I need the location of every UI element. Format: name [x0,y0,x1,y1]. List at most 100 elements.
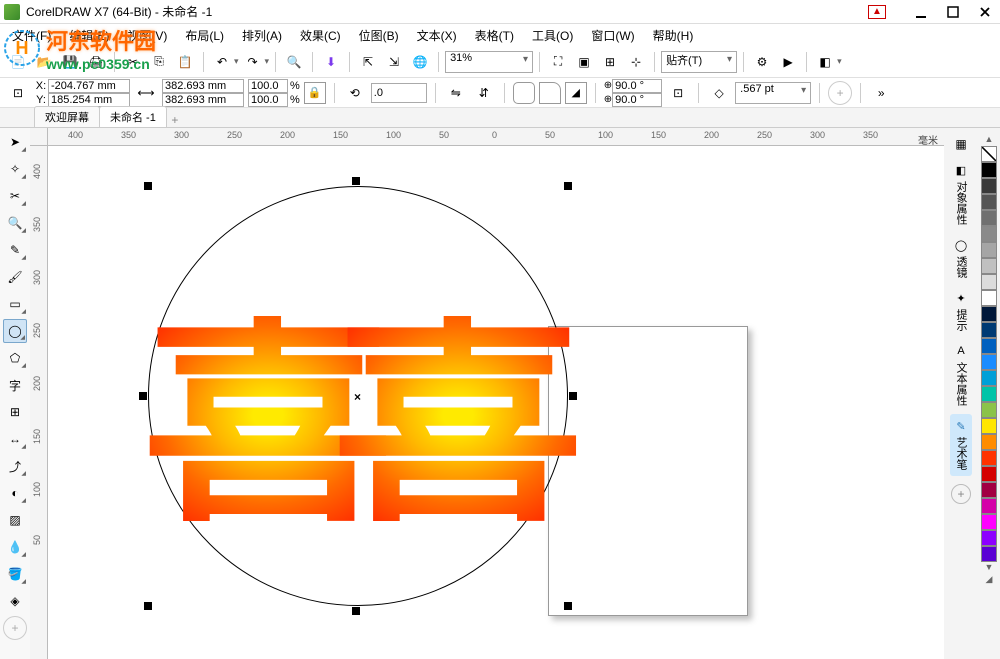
mirror-v-button[interactable]: ⇵ [472,81,496,105]
maximize-button[interactable] [942,3,964,21]
crop-tool[interactable]: ✂◢ [3,184,27,208]
docker-hints[interactable]: ✦提示 [950,286,972,337]
swatch[interactable] [981,162,997,178]
docker-lens[interactable]: ◯透镜 [950,233,972,284]
swatch[interactable] [981,466,997,482]
menu-file[interactable]: 文件(F) [4,25,59,46]
width-input[interactable] [162,79,244,93]
ruler-origin[interactable] [30,128,48,146]
swatch[interactable] [981,322,997,338]
docker-text-properties[interactable]: A文本属性 [950,339,972,412]
handle-mr[interactable] [569,392,577,400]
options-button[interactable]: ⚙ [750,50,774,74]
tab-welcome[interactable]: 欢迎屏幕 [34,106,100,127]
connector-tool[interactable]: ⤴◢ [3,454,27,478]
palette-flyout[interactable]: ◢ [986,574,993,586]
swatch[interactable] [981,178,997,194]
smart-fill-tool[interactable]: ◈ [3,589,27,613]
handle-br[interactable] [564,602,572,610]
menu-effects[interactable]: 效果(C) [292,25,349,46]
zoom-tool[interactable]: 🔍◢ [3,211,27,235]
swatch[interactable] [981,194,997,210]
menu-layout[interactable]: 布局(L) [177,25,232,46]
swatch-none[interactable] [981,146,997,162]
swatch[interactable] [981,210,997,226]
menu-text[interactable]: 文本(X) [409,25,465,46]
swatch[interactable] [981,514,997,530]
menu-help[interactable]: 帮助(H) [645,25,702,46]
publish-pdf-button[interactable]: ⇲ [382,50,406,74]
swatch[interactable] [981,338,997,354]
ruler-vertical[interactable]: 40035030025020015010050 [30,146,48,659]
handle-tl[interactable] [144,182,152,190]
swatch[interactable] [981,402,997,418]
swatch[interactable] [981,434,997,450]
add-preset-button[interactable]: + [828,81,852,105]
redo-dropdown[interactable]: ▾ [265,56,270,67]
relative-corner-button[interactable]: ⊡ [666,81,690,105]
scallop-corner-button[interactable] [539,82,561,104]
swatch[interactable] [981,290,997,306]
y-input[interactable] [48,93,130,107]
docker-area-toggle[interactable]: ▦ [949,132,973,156]
menu-window[interactable]: 窗口(W) [583,25,642,46]
docker-expand-button[interactable]: + [951,484,971,504]
x-input[interactable] [48,79,130,93]
scaley-input[interactable] [248,93,288,107]
menu-arrange[interactable]: 排列(A) [234,25,290,46]
swatch[interactable] [981,226,997,242]
redo-button[interactable]: ↷ [241,50,265,74]
launch-button[interactable]: ▶ [776,50,800,74]
undo-button[interactable]: ↶ [210,50,234,74]
cut-button[interactable]: ✂ [121,50,145,74]
menu-edit[interactable]: 编辑(E) [61,25,117,46]
swatch[interactable] [981,258,997,274]
fullscreen-button[interactable]: ⛶ [546,50,570,74]
handle-bm[interactable] [352,607,360,615]
show-guides-button[interactable]: ⊹ [624,50,648,74]
publish-web-button[interactable]: 🌐 [408,50,432,74]
copy-button[interactable]: ⎘ [147,50,171,74]
swatch[interactable] [981,498,997,514]
polygon-tool[interactable]: ⬠◢ [3,346,27,370]
corner2-input[interactable] [612,93,662,107]
selection-center[interactable]: × [354,390,361,404]
swatch[interactable] [981,450,997,466]
swatch[interactable] [981,370,997,386]
swatch[interactable] [981,242,997,258]
ruler-horizontal[interactable]: 毫米 4003503002502001501005005010015020025… [48,128,944,146]
text-tool[interactable]: 字 [3,373,27,397]
quick-customize-button[interactable]: + [3,616,27,640]
tab-add-button[interactable]: + [166,113,184,127]
chamfer-corner-button[interactable]: ◢ [565,82,587,104]
handle-tr[interactable] [564,182,572,190]
show-rulers-button[interactable]: ▣ [572,50,596,74]
export-button[interactable]: ⇱ [356,50,380,74]
corner1-input[interactable] [612,79,662,93]
undo-dropdown[interactable]: ▾ [234,56,239,67]
swatch[interactable] [981,354,997,370]
menu-tools[interactable]: 工具(O) [524,25,581,46]
docker-object-properties[interactable]: ◧对象属性 [950,158,972,231]
mirror-h-button[interactable]: ⇋ [444,81,468,105]
artistic-media-tool[interactable]: 🖌 [3,265,27,289]
swatch[interactable] [981,274,997,290]
swatch[interactable] [981,546,997,562]
interactive-tool[interactable]: ◐◢ [3,481,27,505]
lock-ratio-button[interactable]: 🔒 [304,82,326,104]
minimize-button[interactable] [910,3,932,21]
paste-button[interactable]: 📋 [173,50,197,74]
swatch[interactable] [981,482,997,498]
overflow-button[interactable]: » [869,81,893,105]
import-button[interactable]: ⬇ [319,50,343,74]
app-launcher-button[interactable]: ◧ [813,50,837,74]
scalex-input[interactable] [248,79,288,93]
table-tool[interactable]: ⊞ [3,400,27,424]
save-button[interactable]: 💾 [58,50,82,74]
canvas-area[interactable]: 毫米 4003503002502001501005005010015020025… [30,128,944,659]
palette-up[interactable]: ▲ [985,134,994,146]
swatch[interactable] [981,386,997,402]
menu-table[interactable]: 表格(T) [467,25,522,46]
transparency-tool[interactable]: ▨ [3,508,27,532]
close-button[interactable] [974,3,996,21]
